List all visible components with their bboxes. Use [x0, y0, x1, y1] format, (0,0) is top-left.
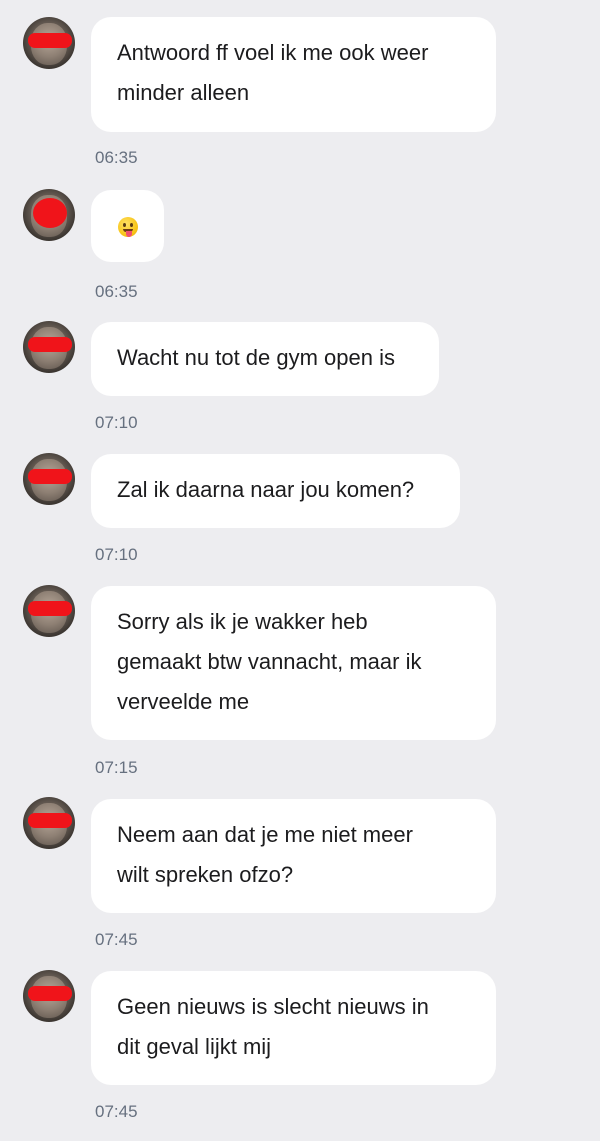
redaction-mark	[28, 986, 72, 1001]
avatar[interactable]	[23, 585, 75, 637]
message-text: Wacht nu tot de gym open is	[117, 345, 395, 370]
message-timestamp: 07:45	[95, 1102, 138, 1121]
message-bubble[interactable]	[91, 190, 164, 262]
redaction-mark	[33, 198, 67, 228]
message-bubble[interactable]: Geen nieuws is slecht nieuws in dit geva…	[91, 971, 496, 1085]
avatar[interactable]	[23, 453, 75, 505]
avatar[interactable]	[23, 970, 75, 1022]
message-bubble[interactable]: Neem aan dat je me niet meer wilt spreke…	[91, 799, 496, 913]
message-bubble[interactable]: Sorry als ik je wakker heb gemaakt btw v…	[91, 586, 496, 740]
message-bubble[interactable]: Wacht nu tot de gym open is	[91, 322, 439, 396]
avatar[interactable]	[23, 189, 75, 241]
avatar[interactable]	[23, 321, 75, 373]
message-timestamp: 07:45	[95, 930, 138, 949]
message-bubble[interactable]: Antwoord ff voel ik me ook weer minder a…	[91, 17, 496, 132]
message-timestamp: 07:15	[95, 758, 138, 777]
redaction-mark	[28, 33, 72, 48]
message-text: Geen nieuws is slecht nieuws in dit geva…	[117, 994, 429, 1059]
message-timestamp: 06:35	[95, 148, 138, 167]
avatar[interactable]	[23, 797, 75, 849]
redaction-mark	[28, 337, 72, 352]
message-bubble[interactable]: Zal ik daarna naar jou komen?	[91, 454, 460, 528]
avatar[interactable]	[23, 17, 75, 69]
redaction-mark	[28, 813, 72, 828]
message-text: Neem aan dat je me niet meer wilt spreke…	[117, 822, 413, 887]
message-text: Antwoord ff voel ik me ook weer minder a…	[117, 40, 429, 105]
stuck-out-tongue-emoji-icon	[118, 217, 138, 237]
redaction-mark	[28, 601, 72, 616]
message-timestamp: 07:10	[95, 413, 138, 432]
message-text: Sorry als ik je wakker heb gemaakt btw v…	[117, 609, 422, 714]
message-timestamp: 07:10	[95, 545, 138, 564]
message-timestamp: 06:35	[95, 282, 138, 301]
message-text: Zal ik daarna naar jou komen?	[117, 477, 415, 502]
redaction-mark	[28, 469, 72, 484]
